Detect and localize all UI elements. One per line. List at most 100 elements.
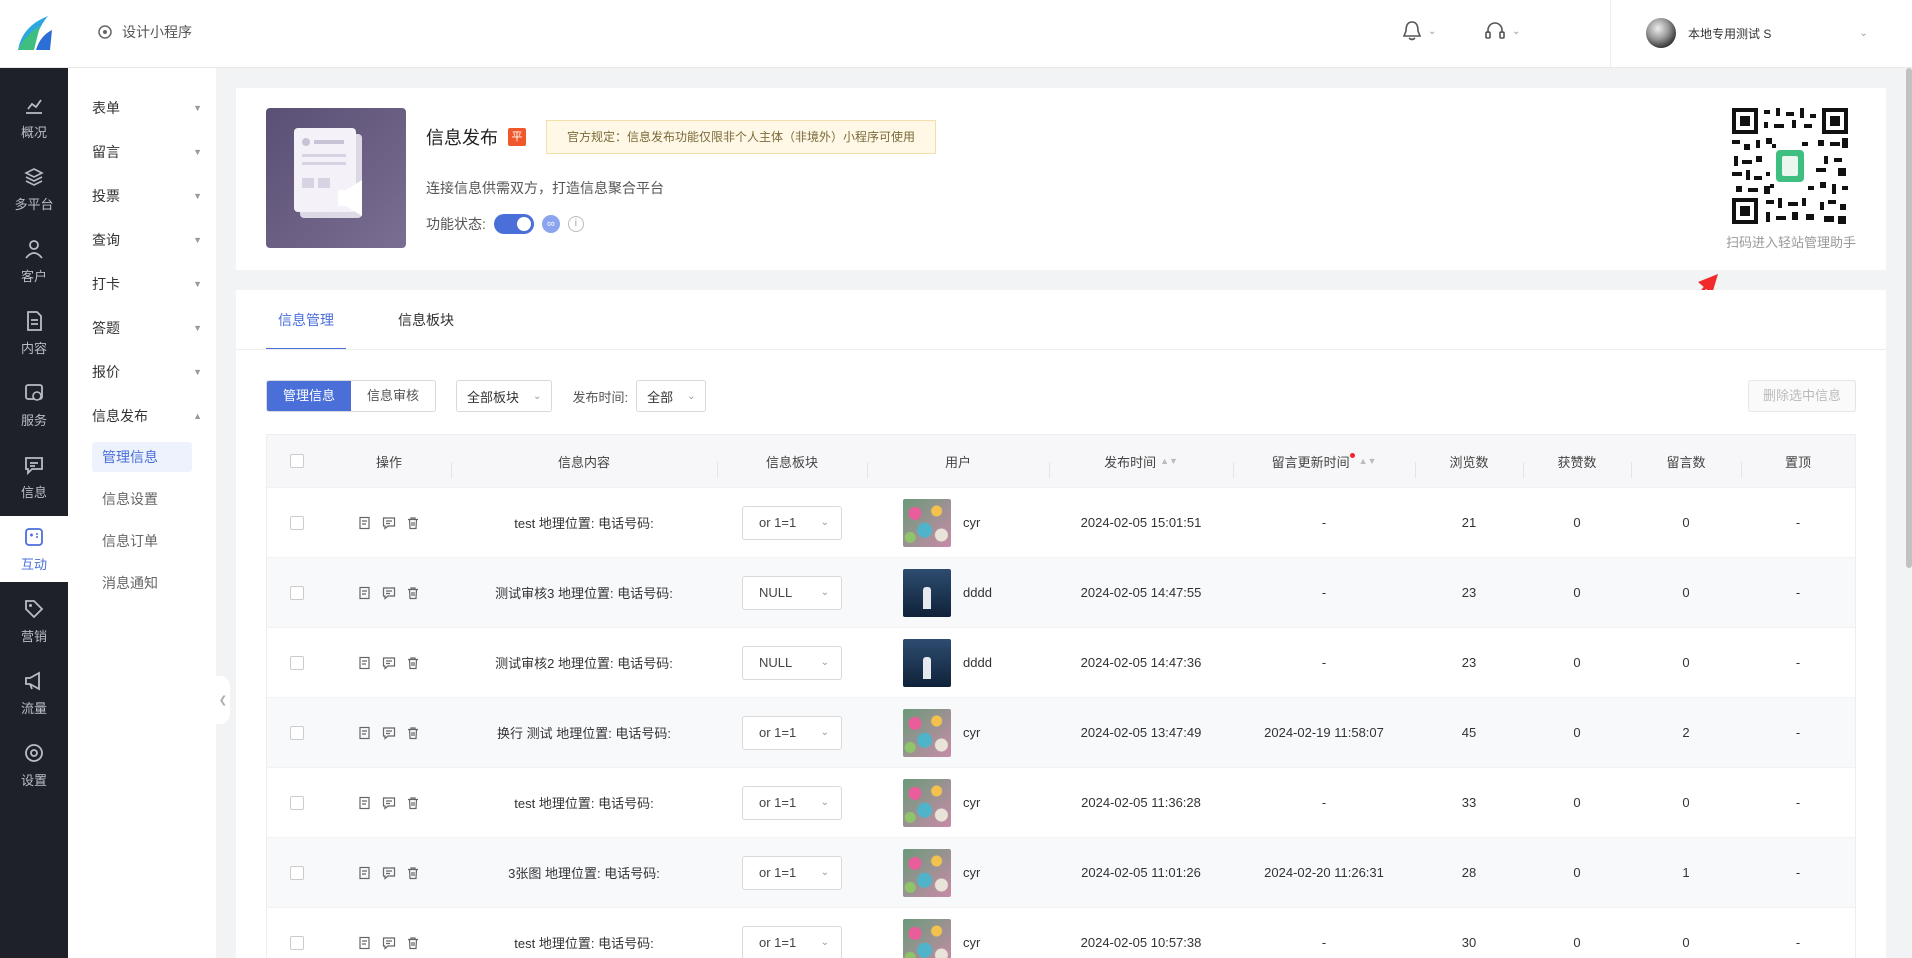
row-board-select[interactable]: or 1=1 ⌄ [742, 785, 842, 820]
bell-icon [1402, 21, 1422, 41]
segment-manage-info[interactable]: 管理信息 [267, 381, 352, 411]
col-message-update-time[interactable]: 留言更新时间 ▲▼ [1233, 452, 1415, 478]
app-logo[interactable] [14, 12, 54, 54]
nav-label: 设置 [20, 772, 47, 788]
comment-icon[interactable] [382, 586, 396, 600]
nav-item-multiplatform[interactable]: 多平台 [0, 156, 68, 222]
document-icon [27, 310, 42, 331]
nav-label: 信息 [20, 484, 47, 500]
nav-label: 客户 [20, 268, 47, 284]
subnav-group-query[interactable]: 查询 ▼ [92, 230, 202, 250]
row-checkbox[interactable] [290, 585, 304, 600]
row-checkbox[interactable] [290, 865, 304, 880]
nav-item-service[interactable]: 服务 [0, 372, 68, 438]
nav-item-content[interactable]: 内容 [0, 300, 68, 366]
row-board-select[interactable]: or 1=1 ⌄ [742, 715, 842, 750]
row-publish-time: 2024-02-05 11:36:28 [1081, 795, 1201, 810]
qr-caption: 扫码进入轻站管理助手 [1726, 235, 1857, 250]
segment-review-info[interactable]: 信息审核 [351, 381, 435, 411]
user-menu[interactable]: 本地专用测试 S ⌄ [1646, 18, 1868, 48]
row-user-name: cyr [963, 865, 981, 880]
link-icon[interactable]: ∞ [541, 215, 560, 233]
row-checkbox[interactable] [290, 655, 304, 670]
row-publish-time: 2024-02-05 11:01:26 [1081, 865, 1201, 880]
subnav-group-comment[interactable]: 留言 ▼ [92, 142, 202, 162]
select-all-checkbox[interactable] [290, 454, 304, 468]
feature-toggle[interactable] [493, 214, 534, 234]
comment-icon[interactable] [382, 516, 396, 530]
subnav-group-info-publish[interactable]: 信息发布 ▲ [92, 406, 202, 426]
tab-info-board[interactable]: 信息板块 [386, 290, 466, 350]
nav-item-message[interactable]: 信息 [0, 444, 68, 510]
comment-icon[interactable] [382, 866, 396, 880]
row-likes: 0 [1573, 655, 1581, 670]
delete-icon[interactable] [406, 796, 420, 810]
nav-item-customer[interactable]: 客户 [0, 228, 68, 294]
subnav-item-info-orders[interactable]: 信息订单 [92, 526, 192, 556]
nav-item-overview[interactable]: 概况 [0, 84, 68, 150]
row-user: dddd [867, 568, 1049, 617]
notification-button[interactable]: ⌄ [1402, 20, 1436, 42]
row-board-select[interactable]: or 1=1 ⌄ [742, 505, 842, 540]
comment-icon[interactable] [382, 936, 396, 950]
row-message-time: 2024-02-20 11:26:31 [1264, 865, 1384, 880]
row-publish-time: 2024-02-05 13:47:49 [1080, 725, 1202, 740]
delete-icon[interactable] [406, 936, 420, 950]
chevron-down-icon: ⌄ [1859, 27, 1868, 39]
nav-item-interact[interactable]: 互动 [0, 516, 68, 582]
col-publish-time[interactable]: 发布时间 ▲▼ [1049, 452, 1233, 478]
delete-icon[interactable] [406, 586, 420, 600]
publish-time-select[interactable]: 全部 ⌄ [636, 380, 707, 412]
collapse-sidebar-button[interactable]: ❮ [216, 676, 230, 724]
subnav-group-form[interactable]: 表单 ▼ [92, 98, 202, 118]
edit-icon[interactable] [358, 656, 372, 670]
row-board-select[interactable]: or 1=1 ⌄ [742, 925, 842, 958]
nav-item-settings[interactable]: 设置 [0, 732, 68, 798]
subnav-group-quote[interactable]: 报价 ▼ [92, 362, 202, 382]
delete-icon[interactable] [406, 656, 420, 670]
delete-icon[interactable] [406, 516, 420, 530]
publish-time-value: 全部 [647, 389, 674, 405]
subnav-group-vote[interactable]: 投票 ▼ [92, 186, 202, 206]
subnav-group-checkin[interactable]: 打卡 ▼ [92, 274, 202, 294]
edit-icon[interactable] [358, 726, 372, 740]
row-message-time: 2024-02-19 11:58:07 [1264, 725, 1384, 740]
subnav-item-manage-info[interactable]: 管理信息 [92, 442, 192, 472]
nav-item-traffic[interactable]: 流量 [0, 660, 68, 726]
row-board-select[interactable]: or 1=1 ⌄ [742, 855, 842, 890]
edit-icon[interactable] [358, 516, 372, 530]
info-icon[interactable]: i [567, 216, 584, 232]
row-publish-time: 2024-02-05 10:57:38 [1080, 935, 1202, 950]
delete-icon[interactable] [406, 726, 420, 740]
row-checkbox[interactable] [290, 515, 304, 530]
row-board-select[interactable]: NULL ⌄ [742, 645, 842, 680]
subnav-item-notifications[interactable]: 消息通知 [92, 568, 192, 598]
comment-icon[interactable] [382, 796, 396, 810]
row-board-select[interactable]: NULL ⌄ [742, 575, 842, 610]
comment-icon[interactable] [382, 726, 396, 740]
subnav-group-quiz[interactable]: 答题 ▼ [92, 318, 202, 338]
support-button[interactable]: ⌄ [1484, 20, 1520, 42]
design-miniprogram-button[interactable]: 设计小程序 [96, 22, 192, 42]
page-scrollbar[interactable] [1906, 68, 1912, 568]
delete-selected-button[interactable]: 删除选中信息 [1747, 380, 1856, 412]
board-select[interactable]: 全部板块 ⌄ [456, 380, 553, 412]
delete-icon[interactable] [406, 866, 420, 880]
row-board-value: or 1=1 [759, 515, 797, 530]
edit-icon[interactable] [358, 586, 372, 600]
nav-item-marketing[interactable]: 营销 [0, 588, 68, 654]
subnav-item-info-settings[interactable]: 信息设置 [92, 484, 192, 514]
row-actions [327, 936, 451, 950]
row-checkbox[interactable] [290, 725, 304, 740]
nav-label: 互动 [20, 556, 47, 572]
col-message-update-time-label: 留言更新时间 [1271, 454, 1350, 470]
row-content: test 地理位置: 电话号码: [514, 516, 654, 531]
comment-icon[interactable] [382, 656, 396, 670]
chevron-down-icon: ⌄ [820, 517, 829, 528]
edit-icon[interactable] [358, 936, 372, 950]
row-checkbox[interactable] [290, 795, 304, 810]
row-checkbox[interactable] [290, 935, 304, 950]
edit-icon[interactable] [358, 866, 372, 880]
tab-info-management[interactable]: 信息管理 [266, 290, 346, 350]
edit-icon[interactable] [358, 796, 372, 810]
